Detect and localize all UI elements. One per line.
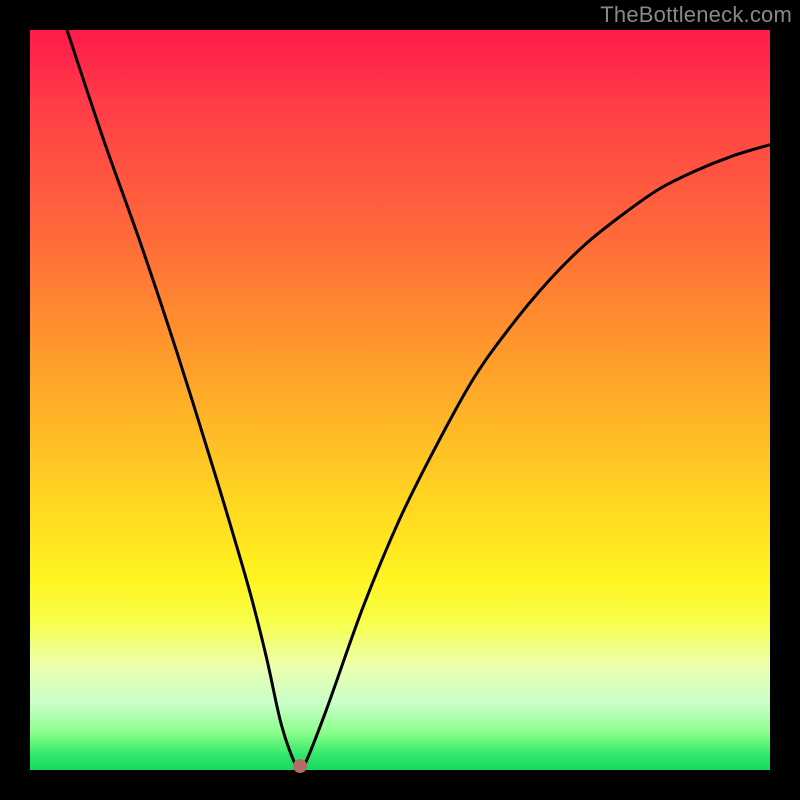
min-point-marker [293, 759, 307, 773]
curve-path [67, 30, 770, 770]
chart-container: TheBottleneck.com [0, 0, 800, 800]
curve-svg [30, 30, 770, 770]
watermark-text: TheBottleneck.com [600, 2, 792, 28]
plot-area [30, 30, 770, 770]
